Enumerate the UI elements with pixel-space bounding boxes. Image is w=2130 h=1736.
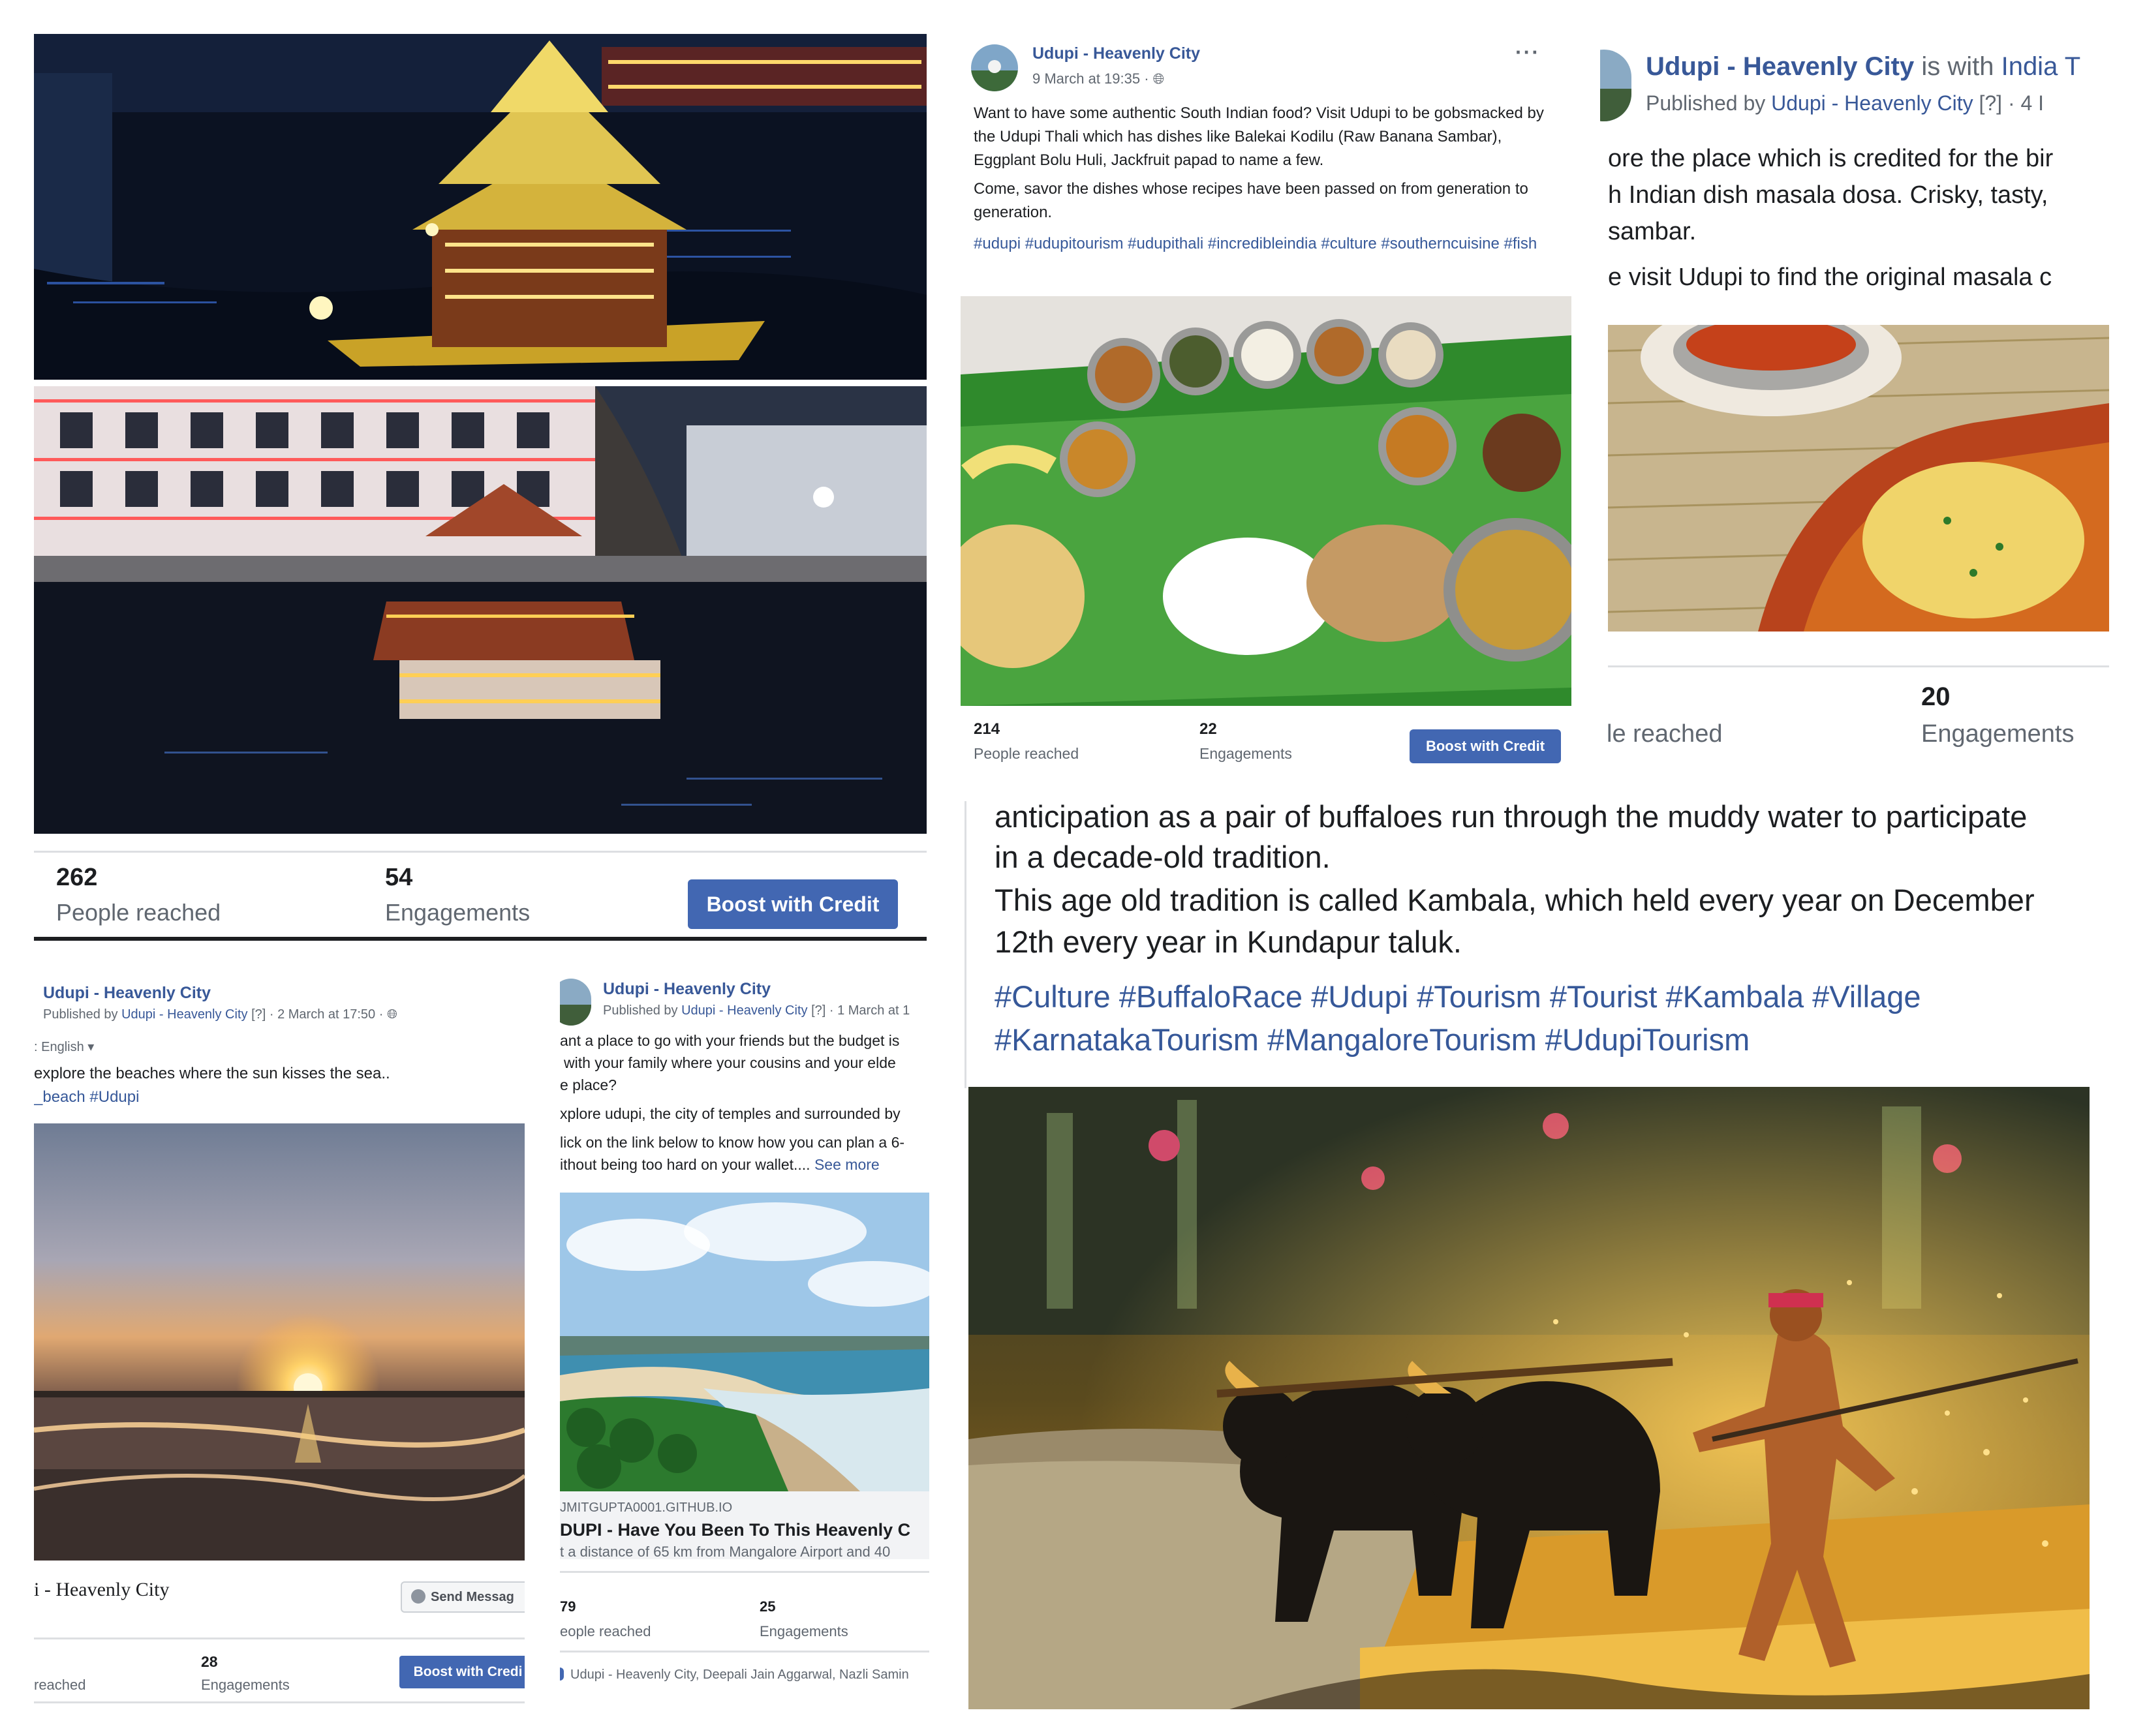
tagged-people[interactable]: Udupi - Heavenly City, Deepali Jain Agga… (560, 1667, 909, 1683)
post-card-temple: 262 People reached 54 Engagements Boost … (34, 34, 927, 942)
link-title[interactable]: DUPI - Have You Been To This Heavenly C (560, 1520, 910, 1540)
post-text-line-3: This age old tradition is called Kambala… (995, 883, 2035, 917)
link-domain: JMITGUPTA0001.GITHUB.IO (560, 1500, 733, 1515)
post-time: 9 March at 19:35 · 🌐︎ (1032, 70, 1164, 87)
post-text-line-6: ithout being too hard on your wallet....… (560, 1156, 880, 1174)
language-selector[interactable]: : English ▾ (34, 1039, 94, 1055)
post-text-line-2: with your family where your cousins and … (564, 1054, 896, 1071)
post-meta: [?] · 4 I (1979, 91, 2045, 115)
see-more-link[interactable]: See more (814, 1156, 880, 1173)
post-text-line-3: e place? (560, 1076, 617, 1093)
divider (34, 937, 927, 941)
post-text-1: Want to have some authentic South Indian… (974, 104, 1544, 169)
page-avatar[interactable] (1600, 50, 1631, 121)
people-reached-label: People reached (56, 899, 221, 926)
send-message-button[interactable]: Send Messag (401, 1581, 525, 1613)
tag-icon (560, 1667, 564, 1681)
published-by: Published by Udupi - Heavenly City [?] ·… (43, 1007, 397, 1022)
people-reached-label: People reached (974, 745, 1079, 762)
page-avatar[interactable] (560, 979, 591, 1026)
engagements-label: Engagements (201, 1677, 290, 1693)
post-card-masala-dosa: Udupi - Heavenly City is with India T Pu… (1600, 34, 2109, 775)
card-border (965, 801, 966, 1088)
photo-temple-tank-night[interactable] (34, 386, 927, 834)
post-text-line-5: lick on the link below to know how you c… (560, 1134, 905, 1151)
people-reached-label: reached (34, 1677, 86, 1693)
page-name-link[interactable]: Udupi - Heavenly City (1646, 52, 1914, 81)
post-card-link-share: Udupi - Heavenly City Published by Udupi… (560, 971, 929, 1709)
post-text-line-4: e visit Udupi to find the original masal… (1608, 264, 2052, 291)
page-name-link[interactable]: Udupi - Heavenly City (43, 984, 211, 1003)
globe-icon: 🌐︎ (1152, 70, 1165, 87)
post-text: explore the beaches where the sun kisses… (34, 1065, 390, 1082)
engagements-count: 22 (1199, 720, 1217, 738)
post-hashtags-1[interactable]: #Culture #BuffaloRace #Udupi #Tourism #T… (995, 979, 1921, 1014)
published-by: Published by Udupi - Heavenly City [?] ·… (1646, 91, 2044, 115)
photo-masala-dosa[interactable] (1608, 325, 2109, 632)
globe-icon: 🌐︎ (386, 1007, 397, 1022)
published-by-label: Published by (603, 1003, 678, 1018)
tagged-page-link[interactable]: India T (2001, 52, 2081, 81)
post-hashtags[interactable]: _beach #Udupi (34, 1088, 139, 1106)
engagements-count: 54 (385, 864, 413, 891)
post-header: Udupi - Heavenly City is with India T (1646, 52, 2080, 82)
photo-kambala-buffalo-race[interactable] (968, 1087, 2090, 1709)
engagements-count: 25 (760, 1598, 776, 1615)
photo-floating-temple-boat[interactable] (34, 34, 927, 380)
publisher-link[interactable]: Udupi - Heavenly City (1771, 91, 1973, 115)
send-message-label: Send Messag (431, 1590, 514, 1604)
published-by-label: Published by (1646, 91, 1766, 115)
page-name-link[interactable]: Udupi - Heavenly City (603, 980, 771, 999)
engagements-count: 20 (1921, 682, 1951, 711)
post-text-line-1: anticipation as a pair of buffaloes run … (995, 801, 2028, 834)
post-card-beach: Udupi - Heavenly City Published by Udupi… (34, 971, 525, 1709)
post-text-line-2: h Indian dish masala dosa. Crisky, tasty… (1608, 181, 2048, 209)
people-reached-count: 214 (974, 720, 1000, 738)
post-meta: [?] · 1 March at 1 (811, 1003, 910, 1018)
page-avatar[interactable] (971, 44, 1018, 91)
boost-with-credit-button[interactable]: Boost with Credit (688, 879, 898, 929)
photo-udupi-thali[interactable] (961, 296, 1571, 706)
post-text-line-4: 12th every year in Kundapur taluk. (995, 924, 1462, 959)
with-text: is with (1921, 52, 2001, 81)
photo-coastline[interactable] (560, 1193, 929, 1491)
post-text-line-1: ore the place which is credited for the … (1608, 145, 2054, 172)
engagements-label: Engagements (1199, 745, 1292, 762)
post-text-line-1: ant a place to go with your friends but … (560, 1032, 900, 1049)
people-reached-count: 79 (560, 1598, 576, 1615)
people-reached-label: le reached (1607, 720, 1723, 748)
post-text-2: Come, savor the dishes whose recipes hav… (974, 180, 1528, 221)
published-by-label: Published by (43, 1007, 118, 1022)
people-reached-count: 262 (56, 864, 98, 891)
post-meta: [?] · 2 March at 17:50 · (251, 1007, 384, 1022)
post-card-kambala: anticipation as a pair of buffaloes run … (965, 801, 2090, 1709)
engagements-count: 28 (201, 1653, 218, 1670)
post-timestamp[interactable]: 9 March at 19:35 · (1032, 70, 1149, 87)
link-description: t a distance of 65 km from Mangalore Air… (560, 1544, 891, 1560)
published-by: Published by Udupi - Heavenly City [?] ·… (603, 1003, 910, 1018)
page-name-link[interactable]: Udupi - Heavenly City (1032, 44, 1200, 63)
engagements-label: Engagements (385, 899, 531, 926)
tagged-people-text: Udupi - Heavenly City, Deepali Jain Agga… (570, 1667, 909, 1682)
engagements-label: Engagements (760, 1623, 848, 1639)
more-options-icon[interactable]: ··· (1515, 40, 1540, 65)
engagements-label: Engagements (1921, 720, 2075, 748)
link-preview-box[interactable]: JMITGUPTA0001.GITHUB.IO DUPI - Have You … (560, 1491, 929, 1560)
publisher-link[interactable]: Udupi - Heavenly City (121, 1007, 247, 1022)
post-text-line-4: xplore udupi, the city of temples and su… (560, 1105, 901, 1122)
post-text-tail: ithout being too hard on your wallet.... (560, 1156, 810, 1173)
boost-with-credit-button[interactable]: Boost with Credit (1410, 729, 1561, 763)
post-hashtags-2[interactable]: #KarnatakaTourism #MangaloreTourism #Udu… (995, 1022, 1750, 1058)
post-text-line-3: sambar. (1608, 218, 1697, 245)
publisher-link[interactable]: Udupi - Heavenly City (681, 1003, 807, 1018)
page-footer-name[interactable]: i - Heavenly City (34, 1579, 169, 1601)
people-reached-label: eople reached (560, 1623, 651, 1639)
post-hashtags[interactable]: #udupi #udupitourism #udupithali #incred… (974, 232, 1561, 256)
boost-with-credit-button[interactable]: Boost with Credi (399, 1656, 525, 1688)
post-text-line-2: in a decade-old tradition. (995, 840, 1331, 874)
messenger-icon (411, 1589, 425, 1604)
photo-beach-sunset[interactable] (34, 1123, 525, 1561)
post-card-thali: Udupi - Heavenly City 9 March at 19:35 ·… (961, 34, 1571, 772)
